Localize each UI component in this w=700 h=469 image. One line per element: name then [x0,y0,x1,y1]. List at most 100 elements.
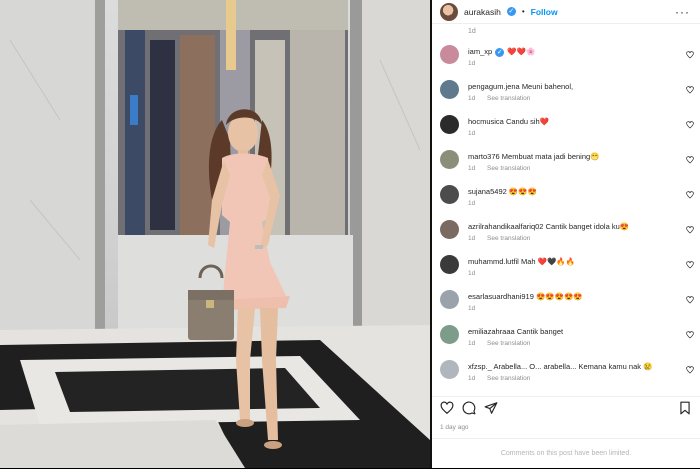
comment-body: Cantik banget [516,327,564,336]
like-comment-icon[interactable] [686,121,694,129]
bookmark-icon[interactable] [678,401,692,415]
comment-body: Arabella... O... arabella... Kemana kamu… [493,362,653,371]
comment-body: Meuni bahenol, [521,82,574,91]
verified-badge-icon: ✓ [506,7,516,16]
owner-username[interactable]: aurakasih [464,7,501,17]
comment-text: hocmusica Candu sih❤️ [468,117,678,126]
like-comment-icon[interactable] [686,261,694,269]
post-photo[interactable] [0,0,430,468]
paper-plane-icon[interactable] [484,401,498,415]
comment-time: 1d [468,200,476,207]
comment-username[interactable]: iam_xp [468,47,492,56]
commenter-avatar[interactable] [440,45,459,64]
comment-item: muhammd.lutfil Mah ❤️🖤🔥🔥 1d [432,250,700,282]
comment-item: azrilrahandikaalfariq02 Cantik banget id… [432,215,700,247]
comment-meta: 1d See translation [468,375,530,382]
comment-meta: 1d [468,270,475,277]
see-translation-link[interactable]: See translation [487,235,530,242]
heart-outline-icon[interactable] [440,401,454,415]
commenter-avatar[interactable] [440,80,459,99]
comment-time: 1d [468,235,476,242]
comment-item: sujana5492 😍😍😍 1d [432,180,700,212]
comment-time: 1d [468,95,476,102]
comment-item: marto376 Membuat mata jadi bening😁 1d Se… [432,145,700,177]
comment-username[interactable]: esarlasuardhani919 [468,292,534,301]
previous-comment-time: 1d [468,28,476,35]
commenter-avatar[interactable] [440,220,459,239]
comment-username[interactable]: azrilrahandikaalfariq02 [468,222,543,231]
comments-list[interactable]: 1d iam_xp ✓ ❤️❤️🌸 1d pengagum.jena Meuni… [432,24,700,396]
commenter-avatar[interactable] [440,255,459,274]
see-translation-link[interactable]: See translation [487,375,530,382]
like-comment-icon[interactable] [686,86,694,94]
comment-text: xfzsp._ Arabella... O... arabella... Kem… [468,362,678,371]
commenter-avatar[interactable] [440,325,459,344]
follow-button[interactable]: Follow [531,7,558,17]
commenter-avatar[interactable] [440,360,459,379]
like-comment-icon[interactable] [686,191,694,199]
comment-text: azrilrahandikaalfariq02 Cantik banget id… [468,222,678,231]
comments-panel: aurakasih ✓ • Follow ··· 1d iam_xp ✓ ❤️❤… [432,0,700,468]
post-header: aurakasih ✓ • Follow ··· [432,0,700,24]
comment-username[interactable]: emiliazahraaa [468,327,515,336]
comment-username[interactable]: xfzsp._ [468,362,492,371]
comment-item: esarlasuardhani919 😍😍😍😍😍 1d [432,285,700,317]
comment-text: iam_xp ✓ ❤️❤️🌸 [468,47,678,57]
commenter-avatar[interactable] [440,290,459,309]
commenter-avatar[interactable] [440,115,459,134]
comment-text: pengagum.jena Meuni bahenol, [468,82,678,91]
comment-body: Mah ❤️🖤🔥🔥 [520,257,575,266]
comment-item: pengagum.jena Meuni bahenol, 1d See tran… [432,75,700,107]
comment-item: hocmusica Candu sih❤️ 1d [432,110,700,142]
comment-item: emiliazahraaa Cantik banget 1d See trans… [432,320,700,352]
right-wall [360,0,430,340]
more-dots-icon[interactable]: ··· [675,5,690,19]
comment-text: marto376 Membuat mata jadi bening😁 [468,152,678,161]
comment-username[interactable]: marto376 [468,152,500,161]
comment-text: emiliazahraaa Cantik banget [468,327,678,336]
commenter-avatar[interactable] [440,150,459,169]
like-comment-icon[interactable] [686,331,694,339]
comment-meta: 1d See translation [468,235,530,242]
comment-body: Cantik banget idola ku😍 [545,222,630,231]
instagram-post-window: aurakasih ✓ • Follow ··· 1d iam_xp ✓ ❤️❤… [0,0,700,468]
see-translation-link[interactable]: See translation [487,165,530,172]
comment-time: 1d [468,375,476,382]
comment-body: Membuat mata jadi bening😁 [501,152,600,161]
comment-meta: 1d [468,200,475,207]
like-comment-icon[interactable] [686,226,694,234]
comment-meta: 1d [468,130,475,137]
comment-meta: 1d See translation [468,165,530,172]
comment-username[interactable]: hocmusica [468,117,504,126]
owner-avatar[interactable] [440,2,458,21]
comment-time: 1d [468,165,476,172]
like-comment-icon[interactable] [686,296,694,304]
see-translation-link[interactable]: See translation [487,95,530,102]
comment-meta: 1d See translation [468,340,530,347]
comment-text: muhammd.lutfil Mah ❤️🖤🔥🔥 [468,257,678,266]
photo-illustration [0,0,430,468]
comment-meta: 1d [468,305,475,312]
post-action-bar [432,396,700,418]
commenter-avatar[interactable] [440,185,459,204]
comment-username[interactable]: pengagum.jena [468,82,520,91]
comment-username[interactable]: muhammd.lutfil [468,257,519,266]
comment-meta: 1d See translation [468,95,530,102]
comment-meta: 1d [468,60,475,67]
see-translation-link[interactable]: See translation [487,340,530,347]
like-comment-icon[interactable] [686,366,694,374]
comment-time: 1d [468,305,476,312]
comment-text: esarlasuardhani919 😍😍😍😍😍 [468,292,678,301]
left-wall [0,0,100,330]
like-comment-icon[interactable] [686,51,694,59]
like-comment-icon[interactable] [686,156,694,164]
verified-badge-icon: ✓ [495,48,505,57]
comment-username[interactable]: sujana5492 [468,187,507,196]
comment-bubble-icon[interactable] [462,401,476,415]
comment-body: 😍😍😍 [508,187,537,196]
comment-time: 1d [468,130,476,137]
comment-time: 1d [468,340,476,347]
comment-item: iam_xp ✓ ❤️❤️🌸 1d [432,40,700,72]
comment-time: 1d [468,60,476,67]
post-timestamp: 1 day ago [440,424,469,431]
